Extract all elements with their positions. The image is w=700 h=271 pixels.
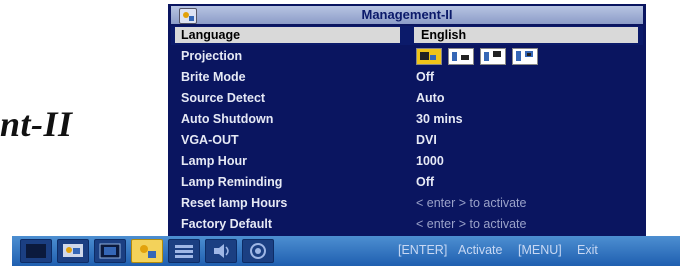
- menu-item-reset-lamp-hours[interactable]: Reset lamp Hours < enter > to activate: [171, 194, 643, 213]
- projection-rear-desktop-icon[interactable]: [448, 48, 474, 65]
- management-icon[interactable]: [131, 239, 163, 263]
- menu-item-label: Auto Shutdown: [181, 112, 274, 126]
- menu-item-label: VGA-OUT: [181, 133, 239, 147]
- enter-action-hint: Activate: [458, 243, 503, 257]
- osd-title-bar: Management-II: [171, 6, 643, 24]
- menu-item-value: < enter > to activate: [416, 196, 527, 210]
- menu-item-lamp-hour[interactable]: Lamp Hour 1000: [171, 152, 643, 171]
- menu-item-value: Off: [416, 175, 435, 189]
- video-icon[interactable]: [94, 239, 126, 263]
- menu-item-label: Factory Default: [181, 217, 272, 231]
- projection-options: [416, 48, 538, 65]
- menu-item-vga-out[interactable]: VGA-OUT DVI: [171, 131, 643, 150]
- menu-action-hint: Exit: [577, 243, 598, 257]
- menu-item-value: Auto: [416, 91, 445, 105]
- projection-front-ceiling-icon[interactable]: [480, 48, 506, 65]
- picture-icon[interactable]: [20, 239, 52, 263]
- menu-item-label: Lamp Hour: [181, 154, 247, 168]
- enter-key-hint: [ENTER]: [398, 243, 448, 257]
- menu-item-value: 1000: [416, 154, 444, 168]
- menu-item-brite-mode[interactable]: Brite Mode Off: [171, 68, 643, 87]
- menu-key-hint: [MENU]: [518, 243, 562, 257]
- menu-item-lamp-reminding[interactable]: Lamp Reminding Off: [171, 173, 643, 192]
- menu-item-label: Language: [181, 28, 241, 42]
- menu-item-value: English: [421, 28, 467, 42]
- menu-item-value: < enter > to activate: [416, 217, 527, 231]
- bottom-navigation-bar: [ENTER] Activate [MENU] Exit: [12, 236, 680, 266]
- projection-front-desktop-icon[interactable]: [416, 48, 442, 65]
- menu-item-factory-default[interactable]: Factory Default < enter > to activate: [171, 215, 643, 234]
- settings-list-icon[interactable]: [168, 239, 200, 263]
- menu-item-label: Source Detect: [181, 91, 266, 105]
- menu-item-language[interactable]: Language English: [171, 26, 643, 45]
- menu-item-value: DVI: [416, 133, 437, 147]
- menu-item-source-detect[interactable]: Source Detect Auto: [171, 89, 643, 108]
- side-title-text: nt-II: [0, 104, 73, 144]
- osd-title: Management-II: [361, 7, 453, 22]
- menu-item-label: Projection: [181, 49, 243, 63]
- menu-item-value: 30 mins: [416, 112, 463, 126]
- computer-icon[interactable]: [57, 239, 89, 263]
- menu-item-projection[interactable]: Projection: [171, 47, 643, 66]
- menu-item-value: Off: [416, 70, 435, 84]
- osd-menu-panel: Management-II Language English Projectio…: [168, 4, 646, 238]
- audio-icon[interactable]: [205, 239, 237, 263]
- menu-item-label: Lamp Reminding: [181, 175, 283, 189]
- menu-item-label: Reset lamp Hours: [181, 196, 288, 210]
- advanced-icon[interactable]: [242, 239, 274, 263]
- projection-rear-ceiling-icon[interactable]: [512, 48, 538, 65]
- menu-item-auto-shutdown[interactable]: Auto Shutdown 30 mins: [171, 110, 643, 129]
- menu-item-label: Brite Mode: [181, 70, 246, 84]
